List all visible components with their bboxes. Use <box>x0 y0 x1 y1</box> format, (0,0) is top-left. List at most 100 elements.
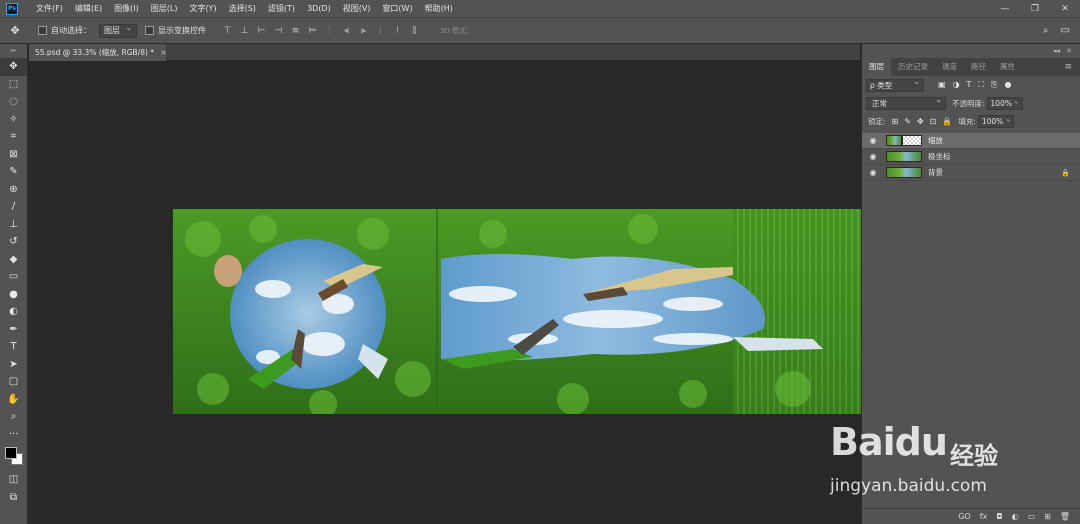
gradient-tool-icon[interactable]: ▭ <box>0 268 27 286</box>
align-hcenter-icon[interactable]: ≡ <box>290 25 301 36</box>
distribute-vcenter-icon[interactable]: ⫷ <box>341 25 352 36</box>
crop-tool-icon[interactable]: ⌗ <box>0 128 27 146</box>
menu-select[interactable]: 选择(S) <box>223 3 262 14</box>
menu-view[interactable]: 视图(V) <box>337 3 377 14</box>
filter-shape-icon[interactable]: ⛶ <box>978 80 984 90</box>
adjustment-layer-icon[interactable]: ◐ <box>1012 512 1019 521</box>
layer-row-zoom[interactable]: ◉ 缩放 <box>862 133 1080 149</box>
magic-wand-tool-icon[interactable]: ✧ <box>0 111 27 129</box>
auto-select-target-dropdown[interactable]: 图层 <box>99 23 137 38</box>
align-right-icon[interactable]: ⊨ <box>307 25 318 36</box>
eyedropper-tool-icon[interactable]: ✎ <box>0 163 27 181</box>
toolbar-grip[interactable]: ▸▸ <box>0 44 27 58</box>
menu-window[interactable]: 窗口(W) <box>376 3 418 14</box>
filter-adjustment-icon[interactable]: ◑ <box>953 80 960 90</box>
more-tools-icon[interactable]: ··· <box>0 426 27 444</box>
tab-channels[interactable]: 通道 <box>935 58 964 76</box>
visibility-eye-icon[interactable]: ◉ <box>866 152 880 161</box>
menu-edit[interactable]: 编辑(E) <box>69 3 108 14</box>
shape-tool-icon[interactable]: ▢ <box>0 373 27 391</box>
healing-tool-icon[interactable]: ⊕ <box>0 181 27 199</box>
search-icon[interactable]: ⌕ <box>1043 25 1049 36</box>
distribute-right-icon[interactable]: ⫿ <box>409 25 420 36</box>
add-mask-icon[interactable]: ◘ <box>996 512 1002 521</box>
opacity-input[interactable]: 100% <box>986 96 1023 110</box>
foreground-color-swatch[interactable] <box>5 447 17 459</box>
layer-name[interactable]: 缩放 <box>928 135 943 146</box>
type-tool-icon[interactable]: T <box>0 338 27 356</box>
distribute-top-icon[interactable]: ⫶ <box>324 25 335 36</box>
close-panel-icon[interactable]: ✕ <box>1066 47 1072 55</box>
distribute-bottom-icon[interactable]: ⫸ <box>358 25 369 36</box>
collapse-panel-icon[interactable]: ◂◂ <box>1053 47 1060 55</box>
move-tool-icon[interactable]: ✥ <box>0 58 27 76</box>
menu-layer[interactable]: 图层(L) <box>145 3 184 14</box>
visibility-eye-icon[interactable]: ◉ <box>866 168 880 177</box>
filter-type-icon[interactable]: T <box>967 80 972 90</box>
layer-row-background[interactable]: ◉ 背景 🔒 <box>862 165 1080 181</box>
lasso-tool-icon[interactable]: ◌ <box>0 93 27 111</box>
eraser-tool-icon[interactable]: ◆ <box>0 251 27 269</box>
tab-layers[interactable]: 图层 <box>862 58 891 76</box>
menu-filter[interactable]: 滤镜(T) <box>262 3 301 14</box>
lock-transparent-icon[interactable]: ⊞ <box>892 117 899 126</box>
history-brush-tool-icon[interactable]: ↺ <box>0 233 27 251</box>
lock-artboard-icon[interactable]: ⊡ <box>930 117 937 126</box>
close-window-button[interactable]: ✕ <box>1050 4 1080 14</box>
layer-name[interactable]: 背景 <box>928 167 943 178</box>
distribute-hcenter-icon[interactable]: ⦚ <box>392 25 403 36</box>
maximize-button[interactable]: ❐ <box>1020 4 1050 14</box>
align-vcenter-icon[interactable]: ⊥ <box>239 25 250 36</box>
tab-history[interactable]: 历史记录 <box>891 58 935 76</box>
new-group-icon[interactable]: ▭ <box>1028 512 1036 521</box>
path-select-tool-icon[interactable]: ➤ <box>0 356 27 374</box>
menu-help[interactable]: 帮助(H) <box>419 3 459 14</box>
move-tool-preset-icon[interactable]: ✥ <box>0 24 30 37</box>
menu-file[interactable]: 文件(F) <box>30 3 69 14</box>
panel-menu-icon[interactable]: ≡ <box>1064 62 1080 72</box>
layer-style-icon[interactable]: fx <box>980 512 988 521</box>
brush-tool-icon[interactable]: ∕ <box>0 198 27 216</box>
marquee-tool-icon[interactable]: ⬚ <box>0 76 27 94</box>
new-layer-icon[interactable]: ⊞ <box>1044 512 1051 521</box>
show-transform-checkbox[interactable] <box>145 26 154 35</box>
auto-select-checkbox[interactable] <box>38 26 47 35</box>
fill-input[interactable]: 100% <box>977 114 1014 128</box>
minimize-button[interactable]: — <box>990 4 1020 14</box>
link-layers-icon[interactable]: GO <box>958 512 971 521</box>
quick-mask-tool-icon[interactable]: ◫ <box>0 471 27 489</box>
frame-tool-icon[interactable]: ⊠ <box>0 146 27 164</box>
tab-properties[interactable]: 属性 <box>993 58 1022 76</box>
hand-tool-icon[interactable]: ✋ <box>0 391 27 409</box>
filter-pixel-icon[interactable]: ▣ <box>938 80 946 90</box>
layer-name[interactable]: 极坐标 <box>928 151 951 162</box>
tab-paths[interactable]: 路径 <box>964 58 993 76</box>
align-left-icon[interactable]: ⊣ <box>273 25 284 36</box>
workspace-icon[interactable]: ▭ <box>1061 25 1070 36</box>
visibility-eye-icon[interactable]: ◉ <box>866 136 880 145</box>
filter-toggle-icon[interactable]: ● <box>1004 80 1011 90</box>
blur-tool-icon[interactable]: ● <box>0 286 27 304</box>
menu-3d[interactable]: 3D(D) <box>301 4 337 13</box>
delete-layer-icon[interactable]: 🗑 <box>1060 512 1070 521</box>
filter-smart-object-icon[interactable]: ⎘ <box>991 80 997 90</box>
screen-mode-tool-icon[interactable]: ⧉ <box>0 489 27 507</box>
lock-image-icon[interactable]: ✎ <box>904 117 911 126</box>
stamp-tool-icon[interactable]: ⊥ <box>0 216 27 234</box>
zoom-tool-icon[interactable]: ⌕ <box>0 408 27 426</box>
canvas-area[interactable] <box>29 62 861 524</box>
close-tab-icon[interactable]: × <box>160 48 167 57</box>
blend-mode-dropdown[interactable]: 正常 <box>866 95 946 110</box>
align-top-icon[interactable]: ⊤ <box>222 25 233 36</box>
lock-position-icon[interactable]: ✥ <box>917 117 924 126</box>
layer-filter-dropdown[interactable]: ρ 类型 <box>866 77 924 92</box>
document-image[interactable] <box>173 209 861 414</box>
menu-type[interactable]: 文字(Y) <box>183 3 222 14</box>
lock-all-icon[interactable]: 🔒 <box>942 117 952 126</box>
align-bottom-icon[interactable]: ⊢ <box>256 25 267 36</box>
document-tab[interactable]: 55.psd @ 33.3% (缩放, RGB/8) * × <box>29 44 167 61</box>
pen-tool-icon[interactable]: ✒ <box>0 321 27 339</box>
dodge-tool-icon[interactable]: ◐ <box>0 303 27 321</box>
distribute-left-icon[interactable]: ⦙ <box>375 25 386 36</box>
layer-mask-thumbnail[interactable] <box>902 135 922 146</box>
